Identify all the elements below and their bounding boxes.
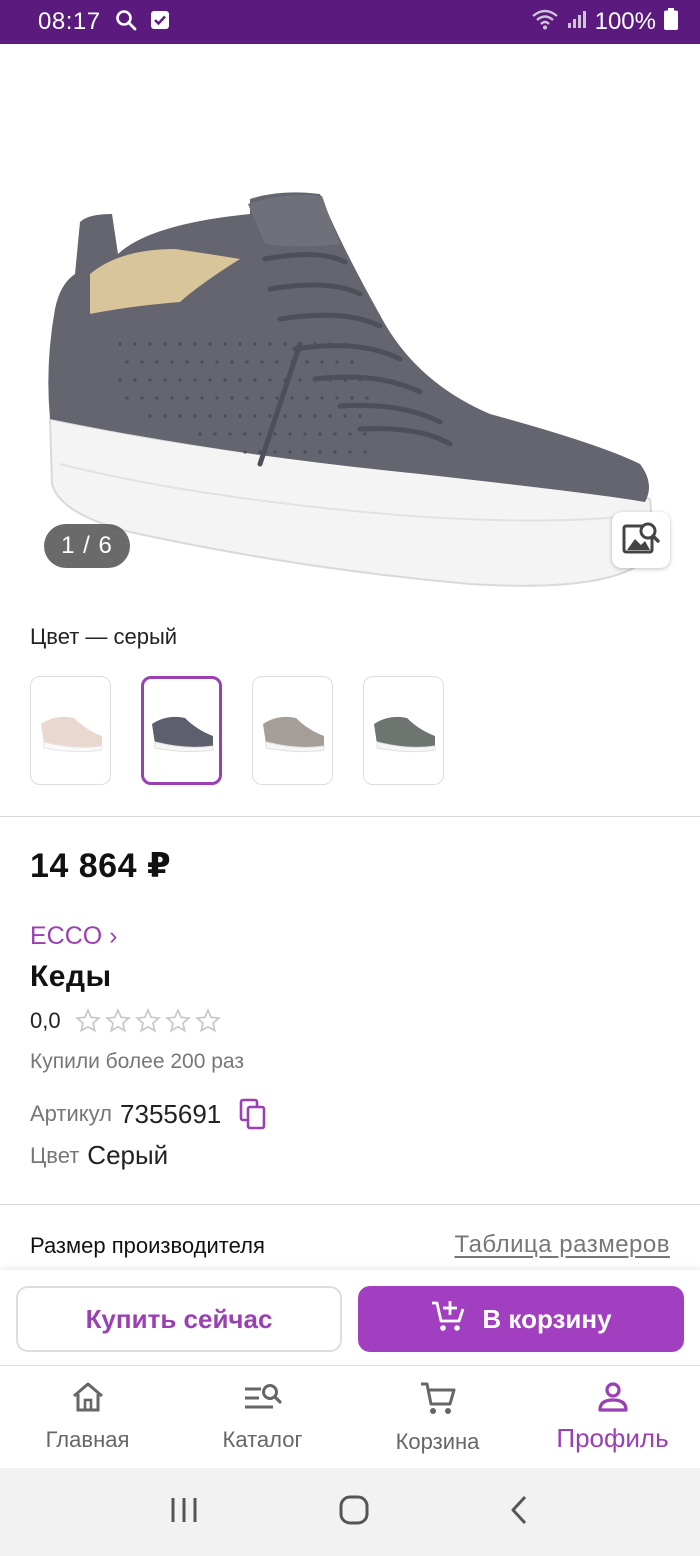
back-icon[interactable] [509,1494,531,1531]
home-icon [70,1380,106,1419]
status-time: 08:17 [38,8,101,35]
color-value: Серый [87,1140,169,1170]
product-image-gallery[interactable]: 1 / 6 [0,44,700,604]
recent-apps-icon[interactable] [169,1495,199,1530]
system-navigation-bar [0,1468,700,1556]
star-icon [134,1008,161,1033]
purchase-count: Купили более 200 раз [30,1050,244,1073]
battery-percent: 100% [594,8,656,35]
action-bar: Купить сейчас В корзину [0,1270,700,1366]
copy-icon[interactable] [239,1098,267,1130]
color-swatch-dark-grey[interactable] [141,676,222,785]
home-button-icon[interactable] [338,1494,370,1531]
star-icon [74,1008,101,1033]
bottom-navigation: Главная Каталог Корзина Профиль [0,1366,700,1468]
add-to-cart-icon [430,1299,466,1340]
brand-link[interactable]: ECCO › [30,922,118,951]
rating-stars [74,1008,221,1034]
image-page-counter: 1 / 6 [44,524,130,568]
buy-now-button[interactable]: Купить сейчас [16,1286,342,1352]
star-icon [194,1008,221,1033]
star-icon [104,1008,131,1033]
nav-label-cart: Корзина [395,1429,480,1454]
article-row: Артикул 7355691 [30,1098,267,1130]
image-search-button[interactable] [612,512,670,568]
wifi-icon [531,8,559,37]
color-swatch-beige[interactable] [30,676,111,785]
nav-item-cart[interactable]: Корзина [350,1366,525,1468]
add-to-cart-label: В корзину [482,1303,612,1334]
nav-label-home: Главная [45,1427,130,1452]
article-value: 7355691 [120,1098,222,1129]
catalog-search-icon [243,1380,283,1419]
star-icon [164,1008,191,1033]
article-label: Артикул [30,1101,113,1126]
color-selector-title: Цвет — серый [30,624,178,649]
product-name: Кеды [30,960,112,993]
color-row: Цвет Серый [30,1140,168,1171]
checkbox-notification-icon [150,10,169,34]
search-icon [115,9,137,36]
product-price: 14 864 ₽ [30,847,172,885]
size-table-link[interactable]: Таблица размеров [455,1231,671,1259]
signal-icon [567,8,587,36]
divider [0,1204,700,1205]
rating-value: 0,0 [30,1008,61,1033]
color-swatch-taupe[interactable] [252,676,333,785]
divider [0,816,700,817]
product-image [48,192,653,587]
nav-label-catalog: Каталог [222,1427,303,1452]
add-to-cart-button[interactable]: В корзину [358,1286,684,1352]
nav-item-home[interactable]: Главная [0,1366,175,1468]
color-swatch-green-grey[interactable] [363,676,444,785]
status-bar: 08:17 100% [0,0,700,44]
rating-row[interactable]: 0,0 [30,1008,221,1034]
cart-icon [419,1380,457,1421]
image-search-icon [622,520,660,561]
battery-icon [664,7,678,37]
nav-item-profile[interactable]: Профиль [525,1366,700,1468]
nav-item-catalog[interactable]: Каталог [175,1366,350,1468]
color-label: Цвет [30,1142,80,1168]
nav-label-profile: Профиль [556,1423,669,1453]
profile-icon [596,1380,630,1419]
size-label: Размер производителя [30,1233,265,1258]
color-swatches [30,676,444,785]
